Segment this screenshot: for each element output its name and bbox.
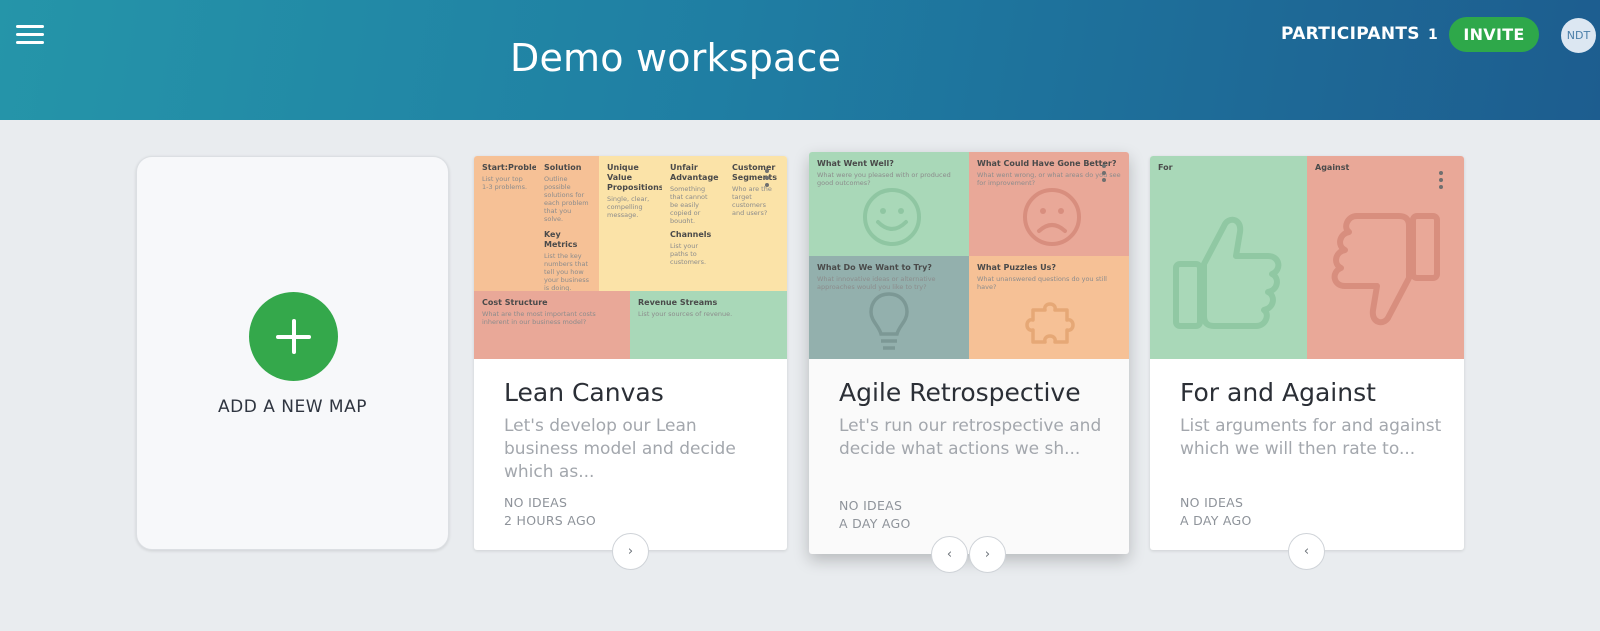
map-card-lean-canvas[interactable]: Start:Problem List your top 1-3 problems… [474, 156, 787, 550]
canvas-cell-solution: Solution Outline possible solutions for … [536, 156, 599, 223]
updated-time: 2 HOURS AGO [504, 513, 597, 528]
lightbulb-icon [869, 292, 909, 350]
for-cell: For [1150, 156, 1307, 359]
chevron-left-icon: ‹ [946, 547, 953, 562]
canvas-cell-channels: Channels List your paths to customers. [662, 223, 724, 291]
participants-label: PARTICIPANTS [1281, 24, 1420, 44]
canvas-cell-unfair-advantage: Unfair Advantage Something that cannot b… [662, 156, 724, 223]
canvas-cell-problem: Start:Problem List your top 1-3 problems… [474, 156, 536, 291]
card-meta: NO IDEAS A DAY AGO [839, 497, 911, 533]
more-options-icon[interactable] [1101, 164, 1107, 184]
card-meta: NO IDEAS A DAY AGO [1180, 494, 1252, 530]
next-arrow-button[interactable]: › [969, 536, 1006, 573]
prev-arrow-button[interactable]: ‹ [931, 536, 968, 573]
smiley-icon [863, 188, 921, 246]
card-description: List arguments for and against which we … [1180, 416, 1442, 459]
retro-cell-went-well: What Went Well? What were you pleased wi… [809, 152, 969, 256]
participants-button[interactable]: PARTICIPANTS 1 [1281, 24, 1438, 44]
retro-cell-want-to-try: What Do We Want to Try? What innovative … [809, 256, 969, 359]
card-title: Agile Retrospective [839, 378, 1081, 407]
avatar[interactable]: NDT [1561, 18, 1596, 53]
chevron-left-icon: ‹ [1303, 544, 1310, 559]
updated-time: A DAY AGO [839, 516, 911, 531]
prev-arrow-button[interactable]: ‹ [1288, 533, 1325, 570]
app-header: Demo workspace PARTICIPANTS 1 INVITE NDT [0, 0, 1600, 120]
against-cell: Against [1307, 156, 1464, 359]
plus-icon[interactable] [249, 292, 338, 381]
canvas-cell-revenue-streams: Revenue Streams List your sources of rev… [630, 291, 787, 359]
add-new-map-card[interactable]: ADD A NEW MAP [136, 156, 449, 550]
puzzle-piece-icon [1025, 302, 1075, 344]
card-meta: NO IDEAS 2 HOURS AGO [504, 494, 596, 530]
map-card-for-and-against[interactable]: For Against For and Against List argumen… [1150, 156, 1464, 550]
ideas-count: NO IDEAS [504, 495, 568, 510]
thumbs-down-icon [1331, 213, 1440, 326]
add-new-map-label: ADD A NEW MAP [218, 397, 367, 417]
participants-count: 1 [1428, 27, 1439, 43]
retro-cell-puzzles: What Puzzles Us? What unanswered questio… [969, 256, 1129, 359]
card-description: Let's develop our Lean business model an… [504, 416, 736, 482]
map-thumbnail: What Went Well? What were you pleased wi… [809, 152, 1129, 359]
thumbs-up-icon [1173, 216, 1282, 329]
more-options-icon[interactable] [764, 169, 770, 189]
retro-cell-could-be-better: What Could Have Gone Better? What went w… [969, 152, 1129, 256]
card-title: For and Against [1180, 378, 1376, 407]
sad-face-icon [1023, 188, 1081, 246]
chevron-right-icon: › [627, 544, 634, 559]
card-body: For and Against List arguments for and a… [1180, 378, 1444, 461]
chevron-right-icon: › [984, 547, 991, 562]
canvas-cell-customer-segments: Customer Segments Who are the target cus… [724, 156, 787, 291]
updated-time: A DAY AGO [1180, 513, 1252, 528]
ideas-count: NO IDEAS [1180, 495, 1244, 510]
menu-icon[interactable] [16, 24, 44, 46]
card-body: Agile Retrospective Let's run our retros… [839, 378, 1109, 461]
card-description: Let's run our retrospective and decide w… [839, 416, 1102, 459]
more-options-icon[interactable] [1438, 171, 1444, 191]
canvas-cell-key-metrics: Key Metrics List the key numbers that te… [536, 223, 599, 291]
canvas-cell-uvp: Unique Value Propositions Single, clear,… [599, 156, 662, 291]
next-arrow-button[interactable]: › [612, 533, 649, 570]
map-thumbnail: For Against [1150, 156, 1464, 359]
ideas-count: NO IDEAS [839, 498, 903, 513]
card-title: Lean Canvas [504, 378, 664, 407]
workspace-title: Demo workspace [510, 36, 842, 80]
invite-button[interactable]: INVITE [1449, 17, 1539, 52]
map-thumbnail: Start:Problem List your top 1-3 problems… [474, 156, 787, 359]
card-body: Lean Canvas Let's develop our Lean busin… [504, 378, 767, 484]
canvas-cell-cost-structure: Cost Structure What are the most importa… [474, 291, 630, 359]
map-card-agile-retrospective[interactable]: What Went Well? What were you pleased wi… [809, 152, 1129, 554]
